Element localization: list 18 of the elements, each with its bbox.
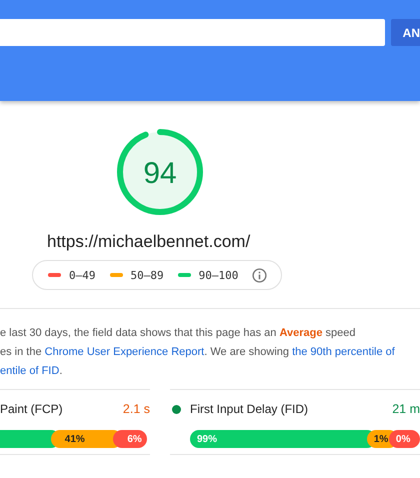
report-link[interactable]: Chrome User Experience Report <box>44 346 204 358</box>
metric-value: 2.1 s <box>122 402 150 416</box>
field-data-summary: e last 30 days, the field data shows that this page has an Average speed es in the Chrome User Experience Report. We are showing the 90th percentile of entile of FID. <box>0 326 396 379</box>
metric-name: First Input Delay (FID) <box>190 402 310 416</box>
score-value: 94 <box>143 157 177 190</box>
metric-name: Paint (FCP) <box>0 402 64 416</box>
distribution-segment: 0% <box>388 430 420 448</box>
url-field[interactable] <box>0 19 385 46</box>
range-label: 50–89 <box>130 268 164 282</box>
range-label: 0–49 <box>69 268 96 282</box>
info-icon[interactable] <box>252 268 268 282</box>
report-link[interactable]: the 90th percentile of <box>292 346 395 358</box>
metric-value: 21 m <box>392 402 420 416</box>
analyze-button[interactable]: AN <box>390 19 420 46</box>
distribution-segment: 6% <box>113 430 148 448</box>
report-link[interactable]: entile of FID <box>0 365 60 377</box>
range-label: 90–100 <box>198 268 238 282</box>
site-url: https://michaelbennet.com/ <box>47 232 250 252</box>
